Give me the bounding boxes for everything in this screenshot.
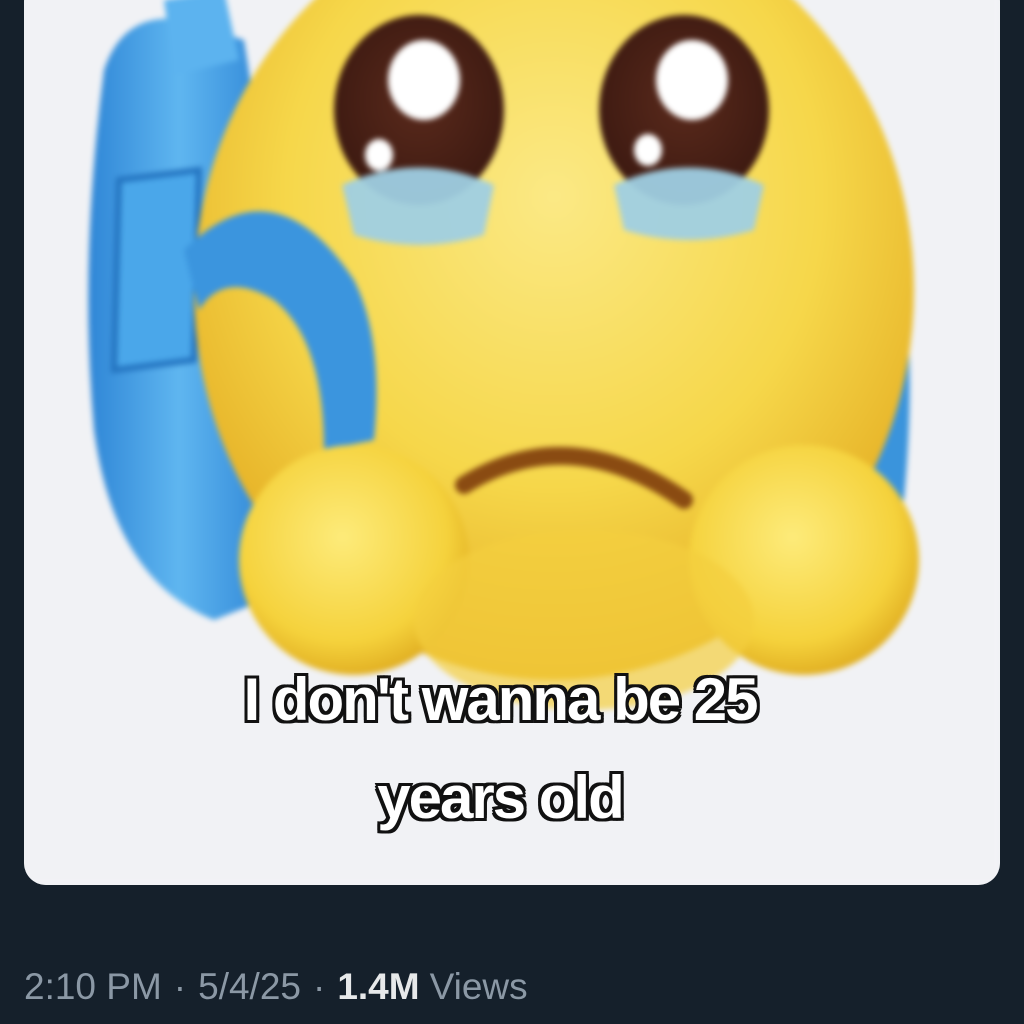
meme-caption-line-2: years old bbox=[376, 764, 625, 831]
separator-dot: · bbox=[173, 966, 187, 1007]
views-count[interactable]: 1.4M bbox=[337, 966, 419, 1008]
views-label[interactable]: Views bbox=[430, 966, 528, 1008]
post-meta-row: 2:10 PM · 5/4/25 · 1.4M Views bbox=[24, 962, 528, 1012]
post-date[interactable]: 5/4/25 bbox=[198, 966, 301, 1008]
post-time[interactable]: 2:10 PM bbox=[24, 966, 162, 1008]
post-media-image[interactable]: I don't wanna be 25 years old bbox=[24, 0, 1000, 885]
pleading-emoji-backpack-illustration bbox=[24, 0, 1000, 885]
separator-dot: · bbox=[313, 966, 326, 1007]
meme-caption-line-1: I don't wanna be 25 bbox=[242, 666, 759, 733]
